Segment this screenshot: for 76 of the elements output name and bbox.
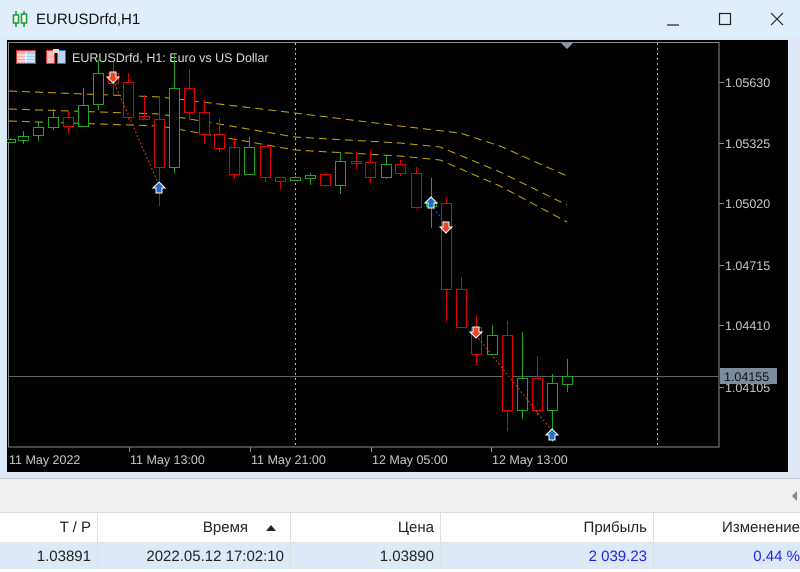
- candle: [335, 152, 346, 194]
- time-label: 12 May 13:00: [492, 453, 568, 467]
- table-cell: 1.03890: [291, 543, 441, 569]
- time-label: 12 May 05:00: [372, 453, 448, 467]
- candlestick-icon: [12, 10, 28, 28]
- tick-mark: [371, 446, 372, 452]
- candle: [139, 94, 150, 120]
- candle: [562, 358, 573, 392]
- price-label: 1.05325: [725, 137, 770, 151]
- candle: [547, 374, 558, 442]
- price-label: 1.05630: [725, 76, 770, 90]
- current-price-label: 1.04155: [720, 368, 777, 384]
- candle: [123, 72, 134, 120]
- table-cell: 2022.05.12 17:02:10: [98, 543, 291, 569]
- buy-arrow-icon: [544, 428, 560, 440]
- tick-mark: [250, 446, 251, 452]
- candle: [244, 136, 255, 175]
- maximize-icon: [718, 12, 732, 26]
- candle: [184, 68, 195, 120]
- sort-arrow-icon: [266, 524, 276, 530]
- candle: [290, 176, 301, 182]
- candle: [48, 108, 59, 130]
- indicator-list-icon[interactable]: [16, 50, 36, 64]
- candle: [395, 160, 406, 176]
- candle: [351, 152, 362, 170]
- tick-mark: [129, 446, 130, 452]
- column-header[interactable]: Прибыль: [441, 513, 654, 542]
- price-label: 1.04715: [725, 259, 770, 273]
- time-label: 11 May 2022: [9, 453, 80, 467]
- candle: [18, 130, 29, 144]
- candle: [229, 138, 240, 180]
- tick-mark: [718, 203, 724, 204]
- close-icon: [770, 12, 784, 26]
- table-cell: 2 039.23: [441, 543, 654, 569]
- candle: [532, 356, 543, 416]
- time-label: 11 May 13:00: [130, 453, 205, 467]
- tick-mark: [718, 325, 724, 326]
- candle: [487, 324, 498, 355]
- candle: [33, 122, 44, 142]
- buy-arrow-icon: [424, 196, 438, 208]
- trading-panel-icon[interactable]: [46, 49, 66, 64]
- sell-arrow-icon: [106, 72, 120, 84]
- column-header[interactable]: Изменение: [654, 513, 800, 542]
- candle: [320, 172, 331, 188]
- candle: [275, 176, 286, 190]
- candle: [214, 118, 225, 152]
- candle: [381, 156, 392, 180]
- time-label: 11 May 21:00: [251, 453, 326, 467]
- candle: [456, 276, 467, 328]
- candle: [411, 166, 422, 210]
- table-row[interactable]: 1.03891 2022.05.12 17:02:10 1.03890 2 039.23 0.44 %: [0, 543, 800, 569]
- price-label: 1.04410: [725, 319, 770, 333]
- tick-mark: [718, 82, 724, 83]
- table-cell: 1.03891: [0, 543, 98, 569]
- buy-arrow-icon: [152, 181, 166, 194]
- candle: [78, 88, 89, 127]
- table-cell-text: 0.44 %: [752, 546, 800, 566]
- minimize-icon: [667, 24, 679, 26]
- column-header[interactable]: Время: [98, 513, 291, 542]
- window-title: EURUSDrfd,H1: [36, 10, 140, 28]
- tick-mark: [718, 143, 724, 144]
- candle: [365, 150, 376, 184]
- tick-mark: [718, 387, 724, 388]
- candle: [260, 146, 271, 182]
- column-header[interactable]: Цена: [291, 513, 441, 542]
- tick-mark: [718, 265, 724, 266]
- column-header[interactable]: T / P: [0, 513, 98, 542]
- price-label: 1.05020: [725, 197, 770, 211]
- tick-mark: [491, 446, 492, 452]
- candle: [63, 110, 74, 134]
- candle: [199, 100, 210, 144]
- shift-marker-icon[interactable]: [561, 43, 573, 49]
- sell-arrow-icon: [468, 326, 484, 339]
- sell-arrow-icon: [438, 222, 454, 234]
- scroll-left-icon[interactable]: [792, 490, 798, 500]
- candle: [305, 172, 316, 186]
